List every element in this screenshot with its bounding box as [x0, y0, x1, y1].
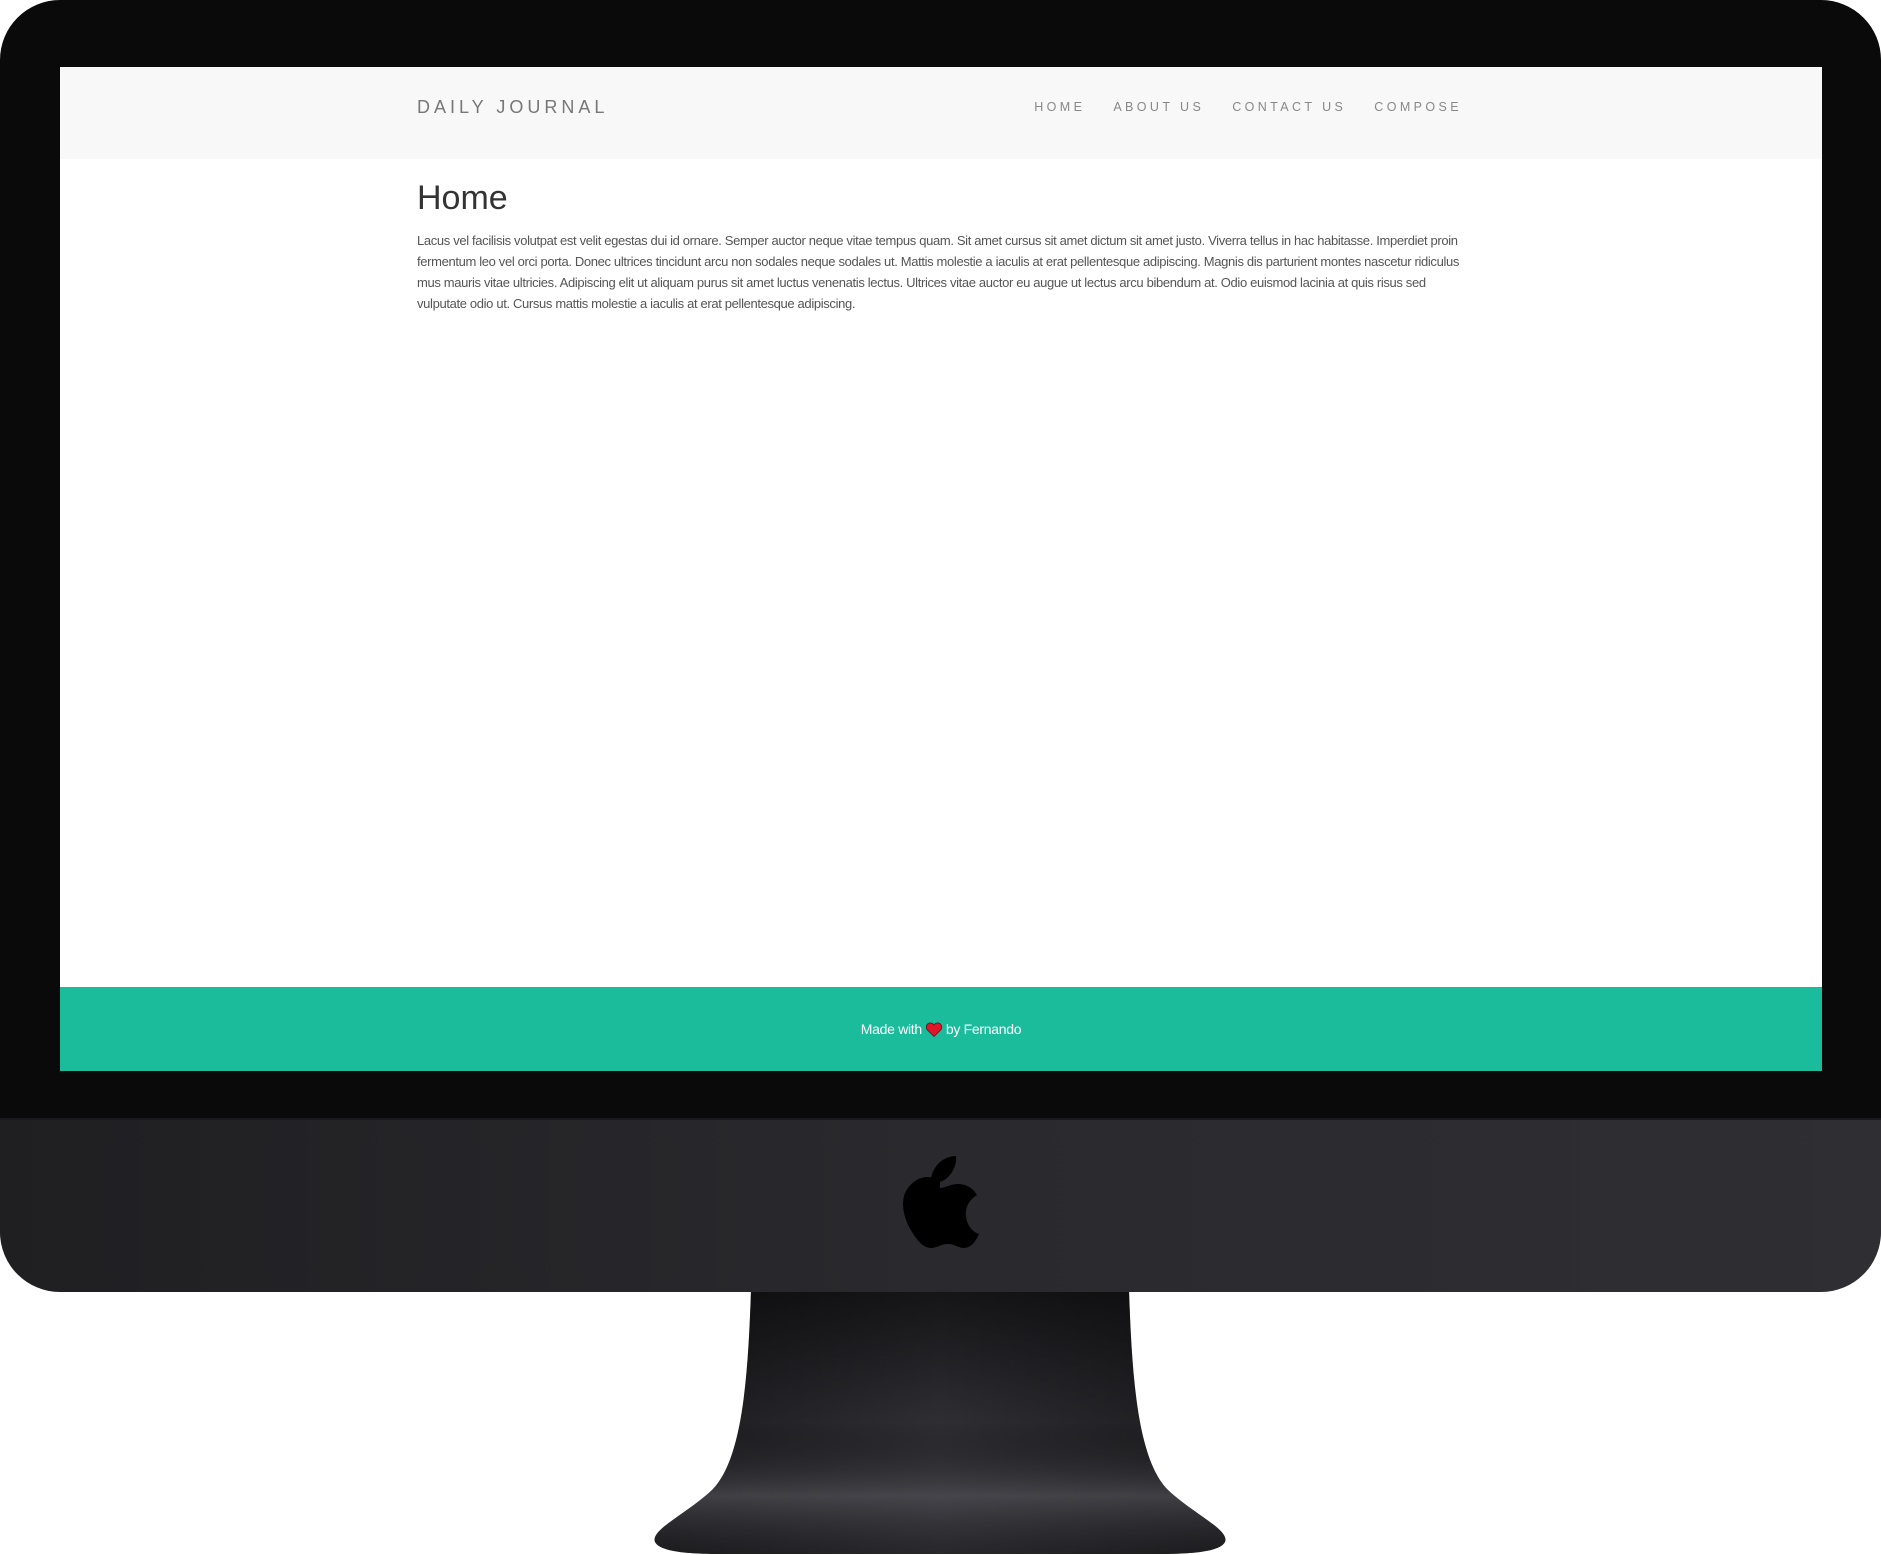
nav-contact-link[interactable]: CONTACT US — [1232, 100, 1346, 114]
page-title: Home — [417, 179, 508, 217]
main-nav: HOME ABOUT US CONTACT US COMPOSE — [1034, 100, 1462, 114]
screen: DAILY JOURNAL HOME ABOUT US CONTACT US C… — [60, 67, 1822, 1071]
apple-logo-icon — [903, 1156, 979, 1248]
desktop-mockup: DAILY JOURNAL HOME ABOUT US CONTACT US C… — [0, 0, 1881, 1555]
nav-about-link[interactable]: ABOUT US — [1113, 100, 1204, 114]
page-body-text: Lacus vel facilisis volutpat est velit e… — [417, 233, 1460, 311]
nav-home-link[interactable]: HOME — [1034, 100, 1085, 114]
brand-logo-link[interactable]: DAILY JOURNAL — [417, 97, 608, 118]
footer-suffix: by Fernando — [945, 1021, 1022, 1037]
main-content: Home Lacus vel facilisis volutpat est ve… — [417, 179, 1467, 314]
footer-prefix: Made with — [860, 1021, 922, 1037]
site-header: DAILY JOURNAL HOME ABOUT US CONTACT US C… — [60, 67, 1822, 159]
monitor-stand — [654, 1290, 1226, 1554]
site-footer: Made with by Fernando — [60, 987, 1822, 1071]
heart-icon — [925, 1022, 942, 1037]
nav-compose-link[interactable]: COMPOSE — [1374, 100, 1462, 114]
